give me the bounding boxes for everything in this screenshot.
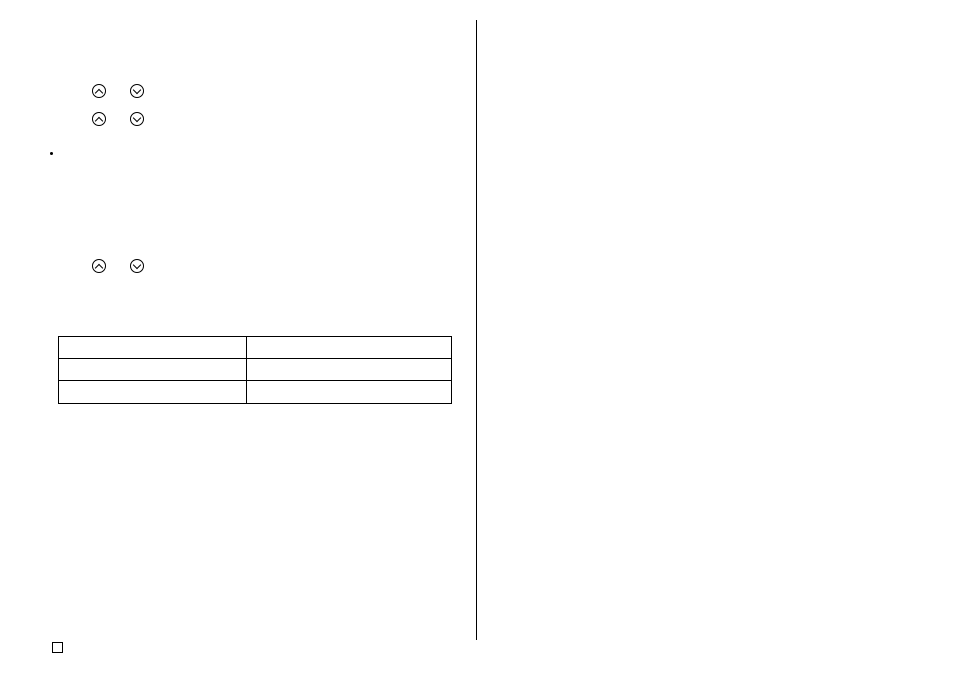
column-divider	[476, 20, 477, 640]
bullet-icon	[50, 152, 53, 155]
chevron-down-icon	[130, 84, 144, 98]
table-cell	[59, 359, 247, 380]
chevron-up-icon	[92, 259, 106, 273]
chevron-up-icon	[92, 112, 106, 126]
chevron-pair-3	[92, 259, 144, 273]
chevron-up-icon	[92, 84, 106, 98]
table-cell	[59, 381, 247, 403]
table	[58, 336, 452, 404]
table-cell	[247, 337, 451, 358]
page: DATA DATA DATA DATA DATA	[0, 0, 954, 674]
table-cell	[247, 381, 451, 403]
table-row	[59, 337, 451, 359]
chevron-down-icon	[130, 112, 144, 126]
chevron-pair-2	[92, 112, 144, 126]
table-row	[59, 359, 451, 381]
table-cell	[59, 337, 247, 358]
table-row	[59, 381, 451, 403]
chevron-down-icon	[130, 259, 144, 273]
page-number	[52, 642, 63, 653]
chevron-pair-1	[92, 84, 144, 98]
left-column	[0, 0, 476, 674]
right-column: DATA DATA DATA DATA DATA	[476, 0, 954, 674]
table-cell	[247, 359, 451, 380]
